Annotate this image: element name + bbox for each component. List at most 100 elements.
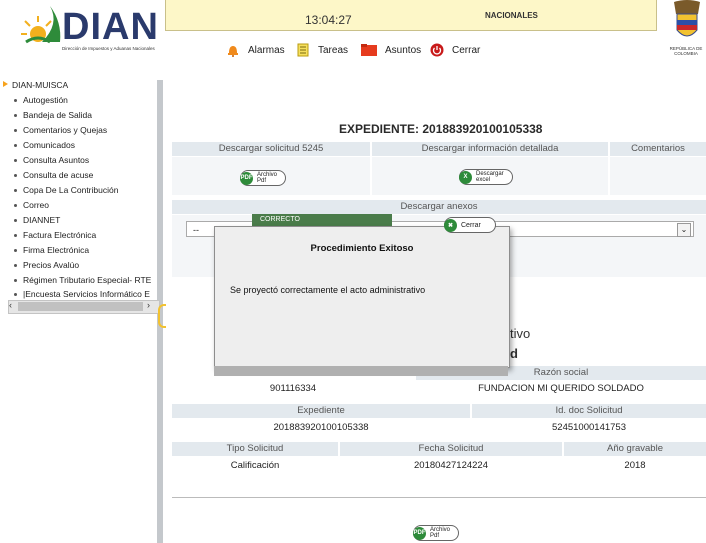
folder-icon	[361, 44, 377, 56]
sidebar-item-label: Firma Electrónica	[23, 245, 90, 255]
logo-text: DIAN	[62, 6, 159, 48]
scrollbar-thumb[interactable]	[18, 302, 143, 311]
fecha-solicitud-header: Fecha Solicitud	[340, 442, 562, 456]
descargar-excel-button[interactable]: X Descargar excel	[459, 169, 513, 185]
sidebar-item-label: DIANNET	[23, 215, 61, 225]
descargar-anexos-header: Descargar anexos	[172, 200, 706, 214]
success-dialog: Procedimiento Exitoso Se proyectó correc…	[214, 226, 510, 368]
sidebar-item-copa-contribucion[interactable]: Copa De La Contribución	[14, 185, 118, 195]
bullet-icon	[14, 128, 17, 132]
bullet-icon	[14, 158, 17, 162]
archivo-pdf-label: Archivo Pdf	[257, 172, 278, 184]
sidebar-collapse-handle[interactable]	[158, 304, 166, 328]
sidebar-item-comunicados[interactable]: Comunicados	[14, 140, 75, 150]
tipo-solicitud-value: Calificación	[230, 460, 280, 471]
sidebar-item-factura-electronica[interactable]: Factura Electrónica	[14, 230, 96, 240]
dialog-message: Se proyectó correctamente el acto admini…	[230, 285, 426, 295]
fecha-solicitud-value: 20180427124224	[414, 460, 488, 471]
asuntos-button[interactable]: Asuntos	[361, 40, 421, 60]
sidebar-item-label: Correo	[23, 200, 49, 210]
cerrar-label: Cerrar	[452, 44, 481, 56]
sidebar-item-firma-electronica[interactable]: Firma Electrónica	[14, 245, 89, 255]
bottom-archivo-pdf-button[interactable]: PDF Archivo Pdf	[413, 525, 460, 541]
descargar-solicitud-header: Descargar solicitud 5245	[172, 142, 370, 156]
notepad-icon	[297, 43, 309, 57]
bullet-icon	[14, 113, 17, 117]
close-icon: ✖	[444, 218, 457, 232]
pdf-icon: PDF	[240, 171, 253, 185]
bullet-icon	[14, 292, 17, 296]
country-caption: REPÚBLICA DE COLOMBIA	[669, 46, 703, 56]
bullet-icon	[14, 98, 17, 102]
partial-heading-1: tivo	[510, 326, 531, 341]
alarmas-label: Alarmas	[248, 44, 285, 56]
sidebar-item-precios-avaluo[interactable]: Precios Avalúo	[14, 260, 79, 270]
sidebar-item-label: Consulta de acuse	[23, 170, 94, 180]
scroll-left-icon[interactable]: ‹	[9, 300, 12, 310]
sidebar-item-label: Comunicados	[23, 140, 75, 150]
pdf-icon: PDF	[413, 526, 426, 540]
anio-gravable-value: 2018	[624, 460, 646, 471]
id-doc-value: 52451000141753	[552, 422, 626, 433]
sidebar-item-autogestion[interactable]: Autogestión	[14, 95, 68, 105]
page-title: EXPEDIENTE: 201883920100105338	[339, 122, 543, 136]
logo-subtitle: Dirección de Impuestos y Aduanas Naciona…	[62, 46, 155, 51]
sidebar-item-consulta-acuse[interactable]: Consulta de acuse	[14, 170, 93, 180]
bottom-archivo-pdf-label: Archivo Pdf	[430, 527, 451, 539]
razon-social-value: FUNDACION MI QUERIDO SOLDADO	[478, 383, 644, 394]
power-icon	[430, 43, 444, 57]
partial-heading-2: d	[510, 346, 518, 361]
anio-gravable-header: Año gravable	[564, 442, 706, 456]
bullet-icon	[14, 143, 17, 147]
descargar-informacion-header: Descargar información detallada	[372, 142, 608, 156]
sidebar-item-label: |Encuesta Servicios Informático E	[23, 289, 150, 299]
sidebar-item-label: Factura Electrónica	[23, 230, 97, 240]
sidebar-item-correo[interactable]: Correo	[14, 200, 49, 210]
comentarios-cell	[610, 157, 706, 195]
sidebar-item-label: Régimen Tributario Especial- RTE	[23, 275, 152, 285]
dialog-footer	[214, 366, 508, 376]
tree-arrow-icon	[3, 81, 8, 87]
scroll-right-icon[interactable]: ›	[147, 300, 150, 310]
sidebar-item-bandeja-salida[interactable]: Bandeja de Salida	[14, 110, 92, 120]
sidebar-item-label: Bandeja de Salida	[23, 110, 93, 120]
expediente-header: Expediente	[172, 404, 470, 418]
bullet-icon	[14, 188, 17, 192]
banner-text: NACIONALES	[485, 11, 538, 20]
sidebar-item-label: Precios Avalúo	[23, 260, 80, 270]
bullet-icon	[14, 173, 17, 177]
cerrar-session-button[interactable]: Cerrar	[430, 40, 480, 60]
status-banner	[165, 0, 657, 31]
coat-of-arms-icon	[674, 0, 700, 37]
close-dialog-label: Cerrar	[461, 221, 481, 229]
divider	[172, 497, 706, 498]
bullet-icon	[14, 278, 17, 282]
sidebar-item-regimen-tributario[interactable]: Régimen Tributario Especial- RTE	[14, 275, 151, 285]
clock: 13:04:27	[305, 13, 352, 27]
comentarios-header: Comentarios	[610, 142, 706, 156]
tareas-label: Tareas	[318, 44, 349, 56]
chevron-down-icon[interactable]: ⌄	[677, 223, 691, 237]
sidebar-item-consulta-asuntos[interactable]: Consulta Asuntos	[14, 155, 89, 165]
sidebar-root[interactable]: DIAN-MUISCA	[12, 80, 68, 90]
bullet-icon	[14, 203, 17, 207]
dialog-title: Procedimiento Exitoso	[310, 243, 414, 254]
bullet-icon	[14, 263, 17, 267]
close-dialog-button[interactable]: ✖ Cerrar	[444, 217, 496, 233]
bullet-icon	[14, 233, 17, 237]
archivo-pdf-button[interactable]: PDF Archivo Pdf	[240, 170, 287, 186]
nit-value: 901116334	[269, 383, 317, 394]
sidebar-item-comentarios-quejas[interactable]: Comentarios y Quejas	[14, 125, 107, 135]
sidebar-item-diannet[interactable]: DIANNET	[14, 215, 60, 225]
tipo-solicitud-header: Tipo Solicitud	[172, 442, 338, 456]
sidebar-item-label: Comentarios y Quejas	[23, 125, 108, 135]
tareas-button[interactable]: Tareas	[296, 40, 348, 60]
sidebar-item-label: Consulta Asuntos	[23, 155, 90, 165]
leaf-logo-icon	[42, 6, 61, 42]
alarmas-button[interactable]: Alarmas	[226, 40, 285, 60]
sidebar-item-encuesta[interactable]: |Encuesta Servicios Informático E	[14, 289, 158, 299]
sidebar-item-label: Copa De La Contribución	[23, 185, 119, 195]
id-doc-header: Id. doc Solicitud	[472, 404, 706, 418]
asuntos-label: Asuntos	[385, 44, 422, 56]
excel-icon: X	[459, 170, 472, 184]
